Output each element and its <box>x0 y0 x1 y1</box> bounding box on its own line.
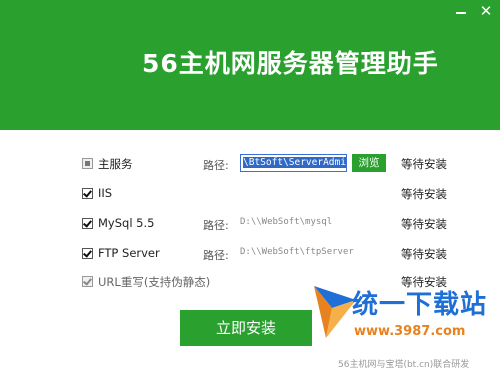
site-watermark: 统一下载站 www.3987.com <box>312 276 500 354</box>
ftp-path-value[interactable]: D:\\WebSoft\ftpServer <box>240 247 354 257</box>
component-panel: 主服务 路径: \BtSoft\ServerAdmin 浏览 等待安装 IIS … <box>0 130 500 372</box>
browse-button[interactable]: 浏览 <box>352 154 386 172</box>
component-row-main-service: 主服务 路径: \BtSoft\ServerAdmin 浏览 等待安装 <box>0 154 500 174</box>
mysql-label: MySql 5.5 <box>98 216 155 230</box>
component-row-mysql: MySql 5.5 路径: D:\\WebSoft\mysql 等待安装 <box>0 214 500 234</box>
mysql-checkbox[interactable] <box>82 218 93 229</box>
app-title: 56主机网服务器管理助手 <box>142 49 439 78</box>
status-text: 等待安装 <box>401 217 447 231</box>
status-text: 等待安装 <box>401 157 447 171</box>
path-label: 路径: <box>203 159 229 172</box>
footer-credit: 56主机网与宝塔(bt.cn)联合研发 <box>338 360 470 370</box>
main-service-path-input[interactable]: \BtSoft\ServerAdmin <box>240 154 347 172</box>
close-button[interactable]: ✕ <box>479 4 493 19</box>
watermark-brand: 统一下载站 <box>352 290 488 320</box>
minimize-button[interactable] <box>455 6 467 18</box>
path-label: 路径: <box>203 249 229 262</box>
mysql-path-value[interactable]: D:\\WebSoft\mysql <box>240 217 332 227</box>
main-service-label: 主服务 <box>98 157 133 171</box>
ftp-checkbox[interactable] <box>82 248 93 259</box>
path-label: 路径: <box>203 219 229 232</box>
url-rewrite-checkbox[interactable] <box>82 276 93 287</box>
header-banner: 56主机网服务器管理助手 ✕ <box>0 0 500 130</box>
iis-checkbox[interactable] <box>82 188 93 199</box>
main-service-checkbox[interactable] <box>82 158 93 169</box>
component-row-ftp: FTP Server 路径: D:\\WebSoft\ftpServer 等待安… <box>0 244 500 264</box>
iis-label: IIS <box>98 186 113 200</box>
url-rewrite-label: URL重写(支持伪静态) <box>98 275 211 289</box>
install-now-button[interactable]: 立即安装 <box>180 310 312 346</box>
status-text: 等待安装 <box>401 187 447 201</box>
watermark-url: www.3987.com <box>354 324 466 339</box>
component-row-iis: IIS 等待安装 <box>0 184 500 204</box>
ftp-label: FTP Server <box>98 246 160 260</box>
status-text: 等待安装 <box>401 247 447 261</box>
